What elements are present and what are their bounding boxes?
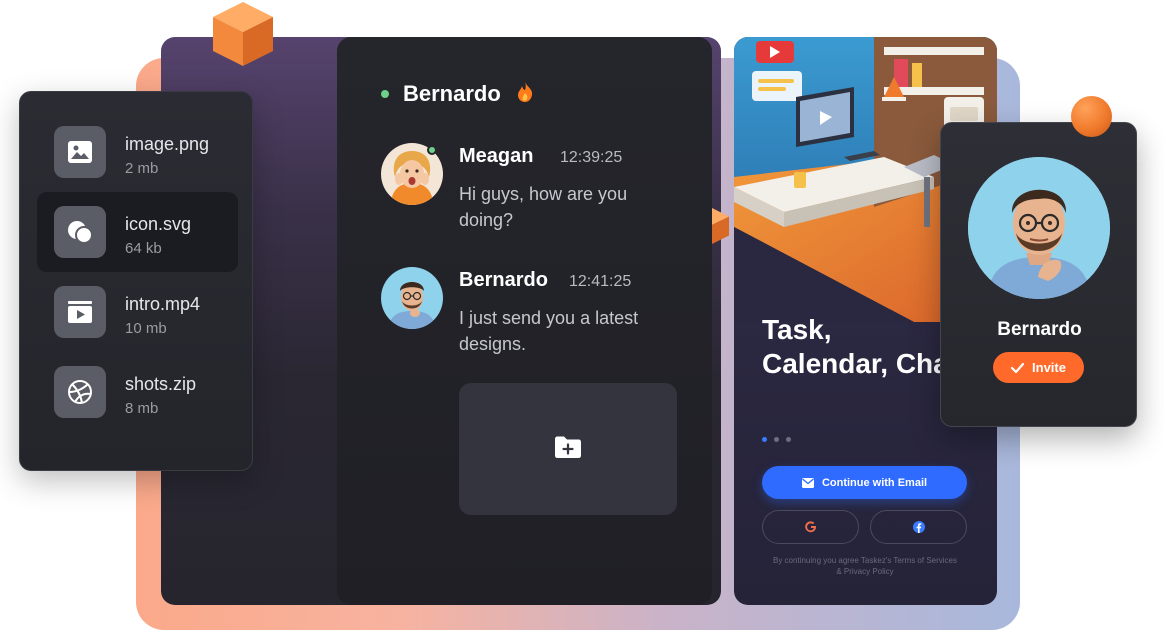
mail-icon — [801, 477, 814, 488]
file-name: intro.mp4 — [125, 294, 201, 314]
invite-button[interactable]: Invite — [993, 352, 1084, 383]
dribbble-icon — [54, 366, 106, 418]
circles-icon — [54, 206, 106, 258]
chat-title: Bernardo — [403, 81, 501, 106]
continue-with-email-label: Continue with Email — [821, 476, 928, 489]
file-item[interactable]: intro.mp4 10 mb — [37, 272, 238, 352]
orange-sphere-decoration — [1071, 96, 1112, 137]
pager-dot[interactable] — [786, 437, 791, 442]
folder-add-icon — [554, 435, 582, 463]
chat-header: Bernardo — [381, 81, 535, 107]
file-item[interactable]: shots.zip 8 mb — [37, 352, 238, 432]
carousel-pager[interactable] — [762, 437, 791, 442]
google-icon — [804, 518, 817, 537]
pager-dot[interactable] — [774, 437, 779, 442]
message-time: 12:41:25 — [569, 273, 632, 290]
attachment-dropzone[interactable] — [459, 383, 677, 515]
file-name: icon.svg — [125, 214, 192, 234]
fire-icon — [515, 81, 535, 107]
online-status-dot — [427, 145, 437, 155]
online-status-dot — [381, 90, 389, 98]
google-login-button[interactable] — [762, 510, 859, 544]
message-author: Bernardo — [459, 269, 548, 291]
facebook-icon — [912, 518, 925, 537]
continue-with-email-button[interactable]: Continue with Email — [762, 466, 967, 499]
terms-text: By continuing you agree Taskez's Terms o… — [773, 556, 957, 576]
message-time: 12:39:25 — [560, 149, 623, 166]
file-size: 2 mb — [125, 160, 159, 177]
video-icon — [54, 286, 106, 338]
invite-label: Invite — [1032, 360, 1066, 375]
file-item-selected[interactable]: icon.svg 64 kb — [37, 192, 238, 272]
chat-panel: Bernardo Meagan 12:39:25 Hi guys, how ar… — [337, 37, 712, 605]
file-item[interactable]: image.png 2 mb — [37, 112, 238, 192]
avatar-bernardo-large[interactable] — [968, 157, 1110, 299]
orange-cube-decoration — [213, 2, 273, 66]
file-size: 10 mb — [125, 320, 167, 337]
pager-dot[interactable] — [762, 437, 767, 442]
image-icon — [54, 126, 106, 178]
facebook-login-button[interactable] — [870, 510, 967, 544]
file-list-panel: image.png 2 mb icon.svg 64 kb intro.mp4 … — [19, 91, 253, 471]
message-text: I just send you a latest designs. — [459, 308, 639, 354]
avatar-bernardo[interactable] — [381, 267, 443, 329]
file-name: image.png — [125, 134, 210, 154]
message-author: Meagan — [459, 145, 534, 167]
file-size: 8 mb — [125, 400, 159, 417]
message-text: Hi guys, how are you doing? — [459, 184, 628, 230]
file-size: 64 kb — [125, 240, 162, 257]
profile-card: Bernardo Invite — [940, 122, 1137, 427]
profile-name: Bernardo — [997, 319, 1082, 340]
app-headline: Task, Calendar, Chat — [762, 314, 959, 379]
file-name: shots.zip — [125, 374, 197, 394]
check-icon — [1011, 362, 1025, 373]
